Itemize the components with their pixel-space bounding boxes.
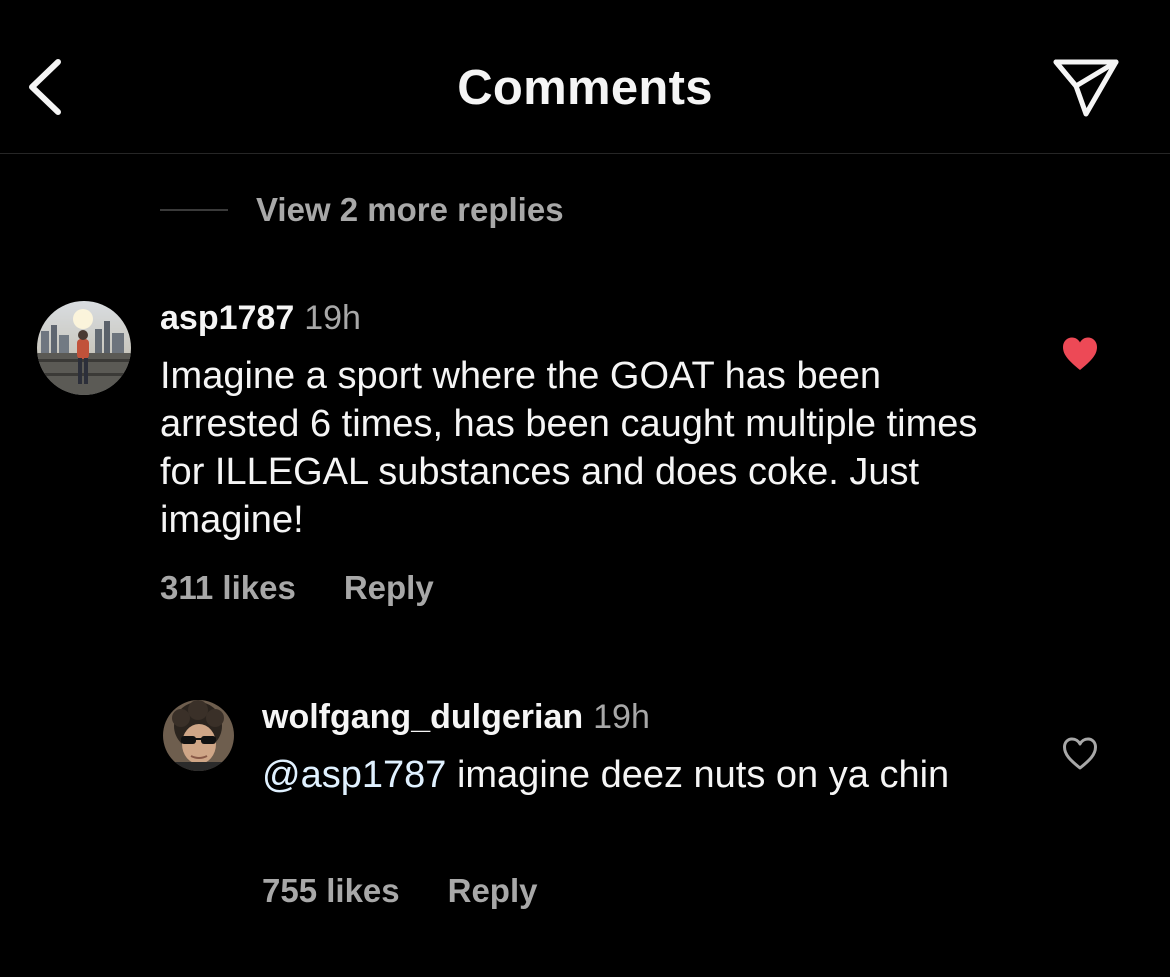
- reply-button[interactable]: Reply: [448, 872, 538, 909]
- page-title: Comments: [457, 61, 713, 115]
- likes-count[interactable]: 755 likes: [262, 872, 400, 909]
- comment-text: @asp1787 imagine deez nuts on ya chin: [262, 751, 1022, 799]
- heart-filled-icon: [1063, 337, 1097, 370]
- reply-button[interactable]: Reply: [344, 569, 434, 606]
- paper-plane-icon: [1053, 59, 1119, 117]
- header-bar: Comments: [0, 0, 1170, 154]
- comment-actions: 755 likes Reply: [262, 872, 538, 910]
- comment-actions: 311 likes Reply: [160, 569, 434, 607]
- comment-timestamp: 19h: [304, 299, 361, 337]
- comment-timestamp: 19h: [593, 698, 650, 736]
- likes-count[interactable]: 311 likes: [160, 569, 296, 606]
- comment-meta: asp1787 19h: [160, 299, 361, 338]
- mention-link[interactable]: @asp1787: [262, 754, 446, 796]
- view-more-replies-button[interactable]: View 2 more replies: [160, 188, 564, 232]
- avatar[interactable]: [163, 700, 234, 771]
- comment-username[interactable]: asp1787: [160, 299, 294, 337]
- like-button[interactable]: [1061, 336, 1099, 372]
- view-more-replies-label: View 2 more replies: [256, 191, 564, 228]
- like-button[interactable]: [1061, 736, 1099, 772]
- comment-meta: wolfgang_dulgerian 19h: [262, 698, 650, 737]
- avatar[interactable]: [37, 301, 131, 395]
- comment-username[interactable]: wolfgang_dulgerian: [262, 698, 583, 736]
- heart-outline-icon: [1063, 737, 1097, 770]
- replies-divider-line: [160, 209, 228, 211]
- share-button[interactable]: [1050, 54, 1122, 120]
- comment-text: Imagine a sport where the GOAT has been …: [160, 355, 978, 541]
- comment-text-body: imagine deez nuts on ya chin: [446, 754, 950, 796]
